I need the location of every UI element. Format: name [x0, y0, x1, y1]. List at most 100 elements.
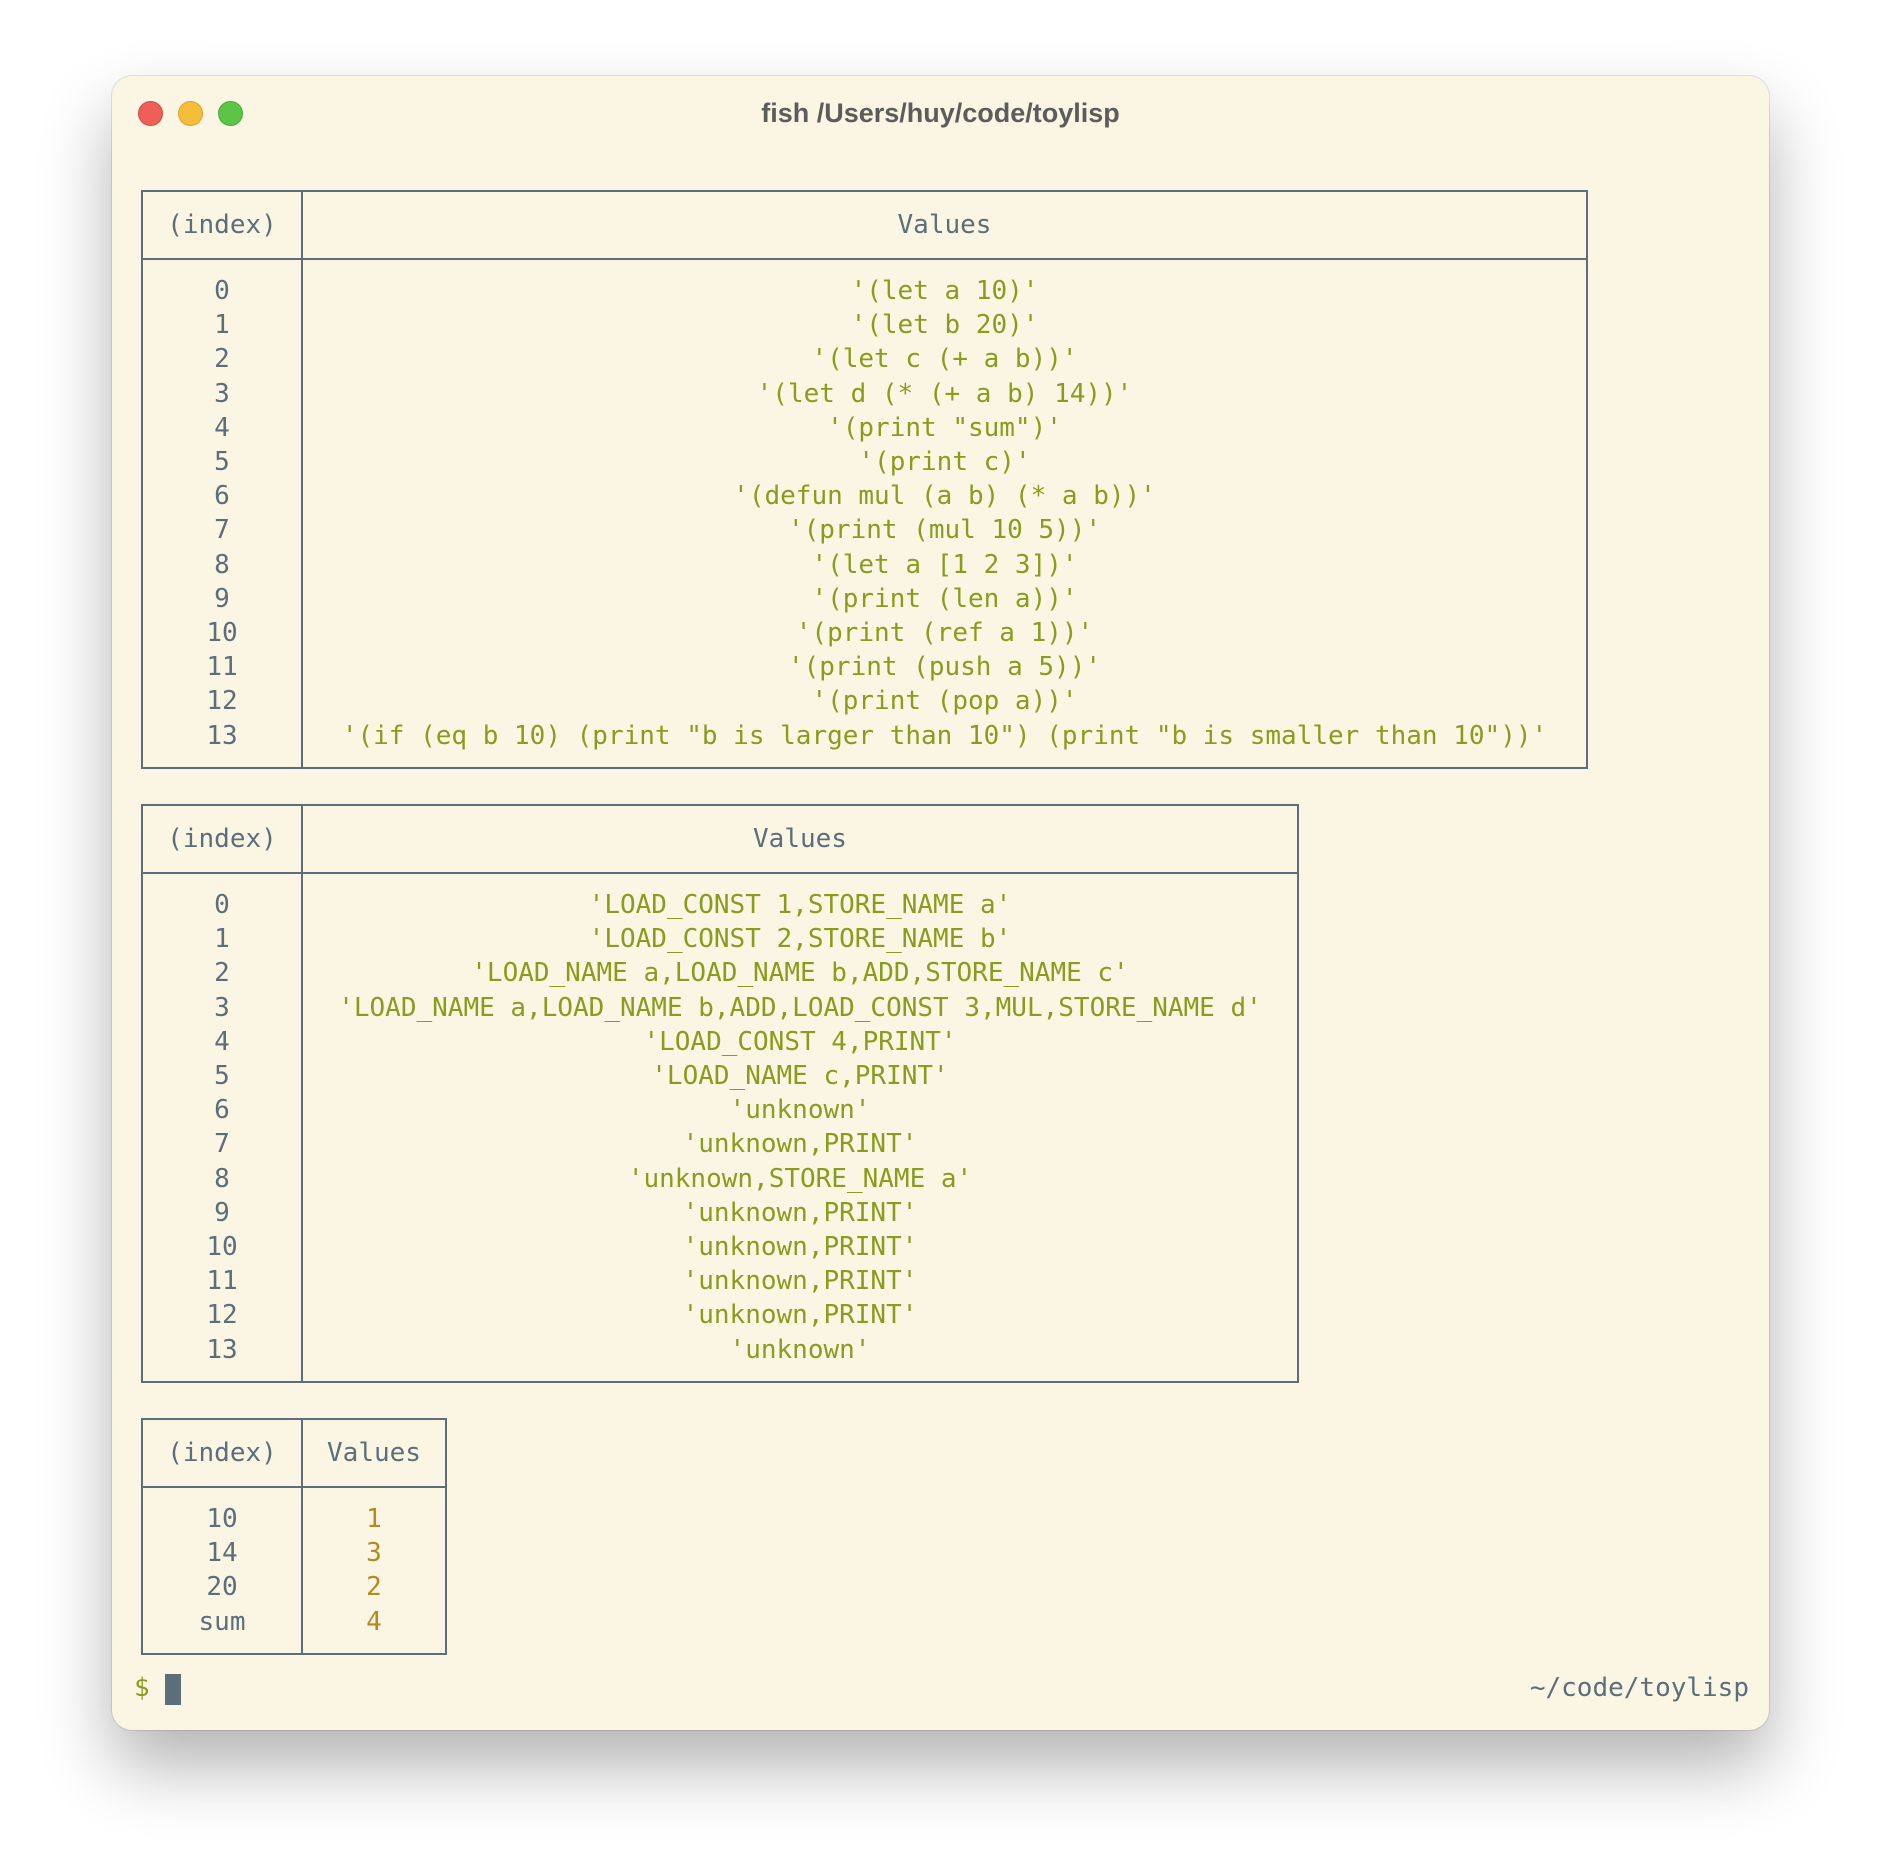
- table-header-row: (index) Values: [141, 190, 1588, 260]
- table-row: 13'unknown': [141, 1332, 1299, 1383]
- table-row: 9 '(print (len a))': [141, 581, 1588, 617]
- table-body: 10 1 14 3 20 2 sum 4: [141, 1487, 447, 1655]
- text-cursor[interactable]: [165, 1674, 181, 1705]
- row-value: 'unknown': [301, 1093, 1299, 1128]
- table-row: 0 'LOAD_CONST 1,STORE_NAME a': [141, 873, 1299, 923]
- row-index: 11: [141, 650, 303, 685]
- table-row: 14 3: [141, 1536, 447, 1571]
- row-value: '(let c (+ a b))': [301, 342, 1588, 377]
- row-value: '(print c)': [301, 445, 1588, 480]
- table-row: 7 '(print (mul 10 5))': [141, 513, 1588, 548]
- row-index: 10: [141, 616, 303, 651]
- row-value: 1: [301, 1487, 447, 1537]
- table-row: 11 '(print (push a 5))': [141, 650, 1588, 685]
- row-index: 7: [141, 1127, 303, 1162]
- table-row: 2 '(let c (+ a b))': [141, 342, 1588, 377]
- table-row: 12 '(print (pop a))': [141, 684, 1588, 719]
- row-value: 'LOAD_CONST 1,STORE_NAME a': [301, 873, 1299, 923]
- table-row: 9'unknown,PRINT': [141, 1195, 1299, 1231]
- table-row: 5 'LOAD_NAME c,PRINT': [141, 1059, 1299, 1094]
- table-body: 0 'LOAD_CONST 1,STORE_NAME a' 1 'LOAD_CONST…: [141, 873, 1299, 1383]
- table-header-row: (index) Values: [141, 804, 1299, 874]
- console-table-bytecode: (index) Values 0 'LOAD_CONST 1,STORE_NAME…: [141, 804, 1299, 1383]
- row-value: 2: [301, 1570, 447, 1605]
- row-index: 13: [141, 718, 303, 769]
- row-value: '(print (mul 10 5))': [301, 513, 1588, 548]
- row-index: 4: [141, 1024, 303, 1060]
- values-column-header: Values: [301, 1418, 447, 1488]
- table-row: 6 '(defun mul (a b) (* a b))': [141, 479, 1588, 514]
- table-row: 7'unknown,PRINT': [141, 1127, 1299, 1162]
- row-value: 'LOAD_CONST 4,PRINT': [301, 1024, 1299, 1060]
- table-row: 10'unknown,PRINT': [141, 1230, 1299, 1265]
- row-index: 12: [141, 684, 303, 719]
- row-index: 0: [141, 259, 303, 309]
- table-row: 10 1: [141, 1487, 447, 1537]
- row-index: 5: [141, 445, 303, 480]
- row-value: '(if (eq b 10) (print "b is larger than …: [301, 718, 1588, 769]
- table-row: 4 'LOAD_CONST 4,PRINT': [141, 1024, 1299, 1060]
- table-row: 13 '(if (eq b 10) (print "b is larger tha…: [141, 718, 1588, 769]
- row-value: 'LOAD_NAME a,LOAD_NAME b,ADD,LOAD_CONST …: [301, 990, 1299, 1025]
- values-column-header: Values: [301, 190, 1588, 260]
- row-value: 'unknown,STORE_NAME a': [301, 1161, 1299, 1196]
- row-index: 0: [141, 873, 303, 923]
- row-index: 20: [141, 1570, 303, 1605]
- table-row: 2 'LOAD_NAME a,LOAD_NAME b,ADD,STORE_NAME…: [141, 956, 1299, 991]
- table-row: 11'unknown,PRINT': [141, 1264, 1299, 1299]
- row-index: 11: [141, 1264, 303, 1299]
- row-index: 3: [141, 376, 303, 411]
- row-value: '(print "sum")': [301, 410, 1588, 446]
- table-row: 4 '(print "sum")': [141, 410, 1588, 446]
- row-index: 12: [141, 1298, 303, 1333]
- row-value: 'unknown': [301, 1332, 1299, 1383]
- row-index: 5: [141, 1059, 303, 1094]
- table-row: 20 2: [141, 1570, 447, 1605]
- row-index: 13: [141, 1332, 303, 1383]
- row-index: 9: [141, 581, 303, 617]
- values-column-header: Values: [301, 804, 1299, 874]
- table-row: sum 4: [141, 1604, 447, 1655]
- row-index: 10: [141, 1487, 303, 1537]
- row-index: 8: [141, 1161, 303, 1196]
- row-index: 2: [141, 342, 303, 377]
- row-index: 8: [141, 547, 303, 582]
- index-column-header: (index): [141, 1418, 303, 1488]
- row-value: '(defun mul (a b) (* a b))': [301, 479, 1588, 514]
- row-value: '(print (len a))': [301, 581, 1588, 617]
- terminal-window: fish /Users/huy/code/toylisp (index) Val…: [112, 76, 1769, 1730]
- prompt-symbol: $: [134, 1673, 150, 1703]
- row-value: 'unknown,PRINT': [301, 1298, 1299, 1333]
- row-value: '(print (pop a))': [301, 684, 1588, 719]
- table-body: 0 '(let a 10)' 1 '(let b 20)' 2 '(let c (+ a …: [141, 259, 1588, 769]
- row-index: 1: [141, 308, 303, 343]
- row-index: 14: [141, 1536, 303, 1571]
- row-index: 6: [141, 1093, 303, 1128]
- table-row: 1 'LOAD_CONST 2,STORE_NAME b': [141, 922, 1299, 957]
- table-header-row: (index) Values: [141, 1418, 447, 1488]
- row-value: 'unknown,PRINT': [301, 1230, 1299, 1265]
- table-row: 3 '(let d (* (+ a b) 14))': [141, 376, 1588, 411]
- row-index: 6: [141, 479, 303, 514]
- row-index: 10: [141, 1230, 303, 1265]
- row-value: 'unknown,PRINT': [301, 1264, 1299, 1299]
- row-value: '(let a 10)': [301, 259, 1588, 309]
- row-value: '(let a [1 2 3])': [301, 547, 1588, 582]
- row-index: 3: [141, 990, 303, 1025]
- row-value: 'LOAD_NAME a,LOAD_NAME b,ADD,STORE_NAME …: [301, 956, 1299, 991]
- table-row: 12'unknown,PRINT': [141, 1298, 1299, 1333]
- row-index: 2: [141, 956, 303, 991]
- index-column-header: (index): [141, 190, 303, 260]
- table-row: 0 '(let a 10)': [141, 259, 1588, 309]
- row-value: 'LOAD_NAME c,PRINT': [301, 1059, 1299, 1094]
- row-index: 9: [141, 1195, 303, 1231]
- row-index: 4: [141, 410, 303, 446]
- row-value: '(let b 20)': [301, 308, 1588, 343]
- table-row: 8'unknown,STORE_NAME a': [141, 1161, 1299, 1196]
- row-value: '(print (ref a 1))': [301, 616, 1588, 651]
- table-row: 1 '(let b 20)': [141, 308, 1588, 343]
- table-row: 6'unknown': [141, 1093, 1299, 1128]
- console-table-source: (index) Values 0 '(let a 10)' 1 '(let b 20)…: [141, 190, 1588, 769]
- row-value: '(let d (* (+ a b) 14))': [301, 376, 1588, 411]
- row-value: 'LOAD_CONST 2,STORE_NAME b': [301, 922, 1299, 957]
